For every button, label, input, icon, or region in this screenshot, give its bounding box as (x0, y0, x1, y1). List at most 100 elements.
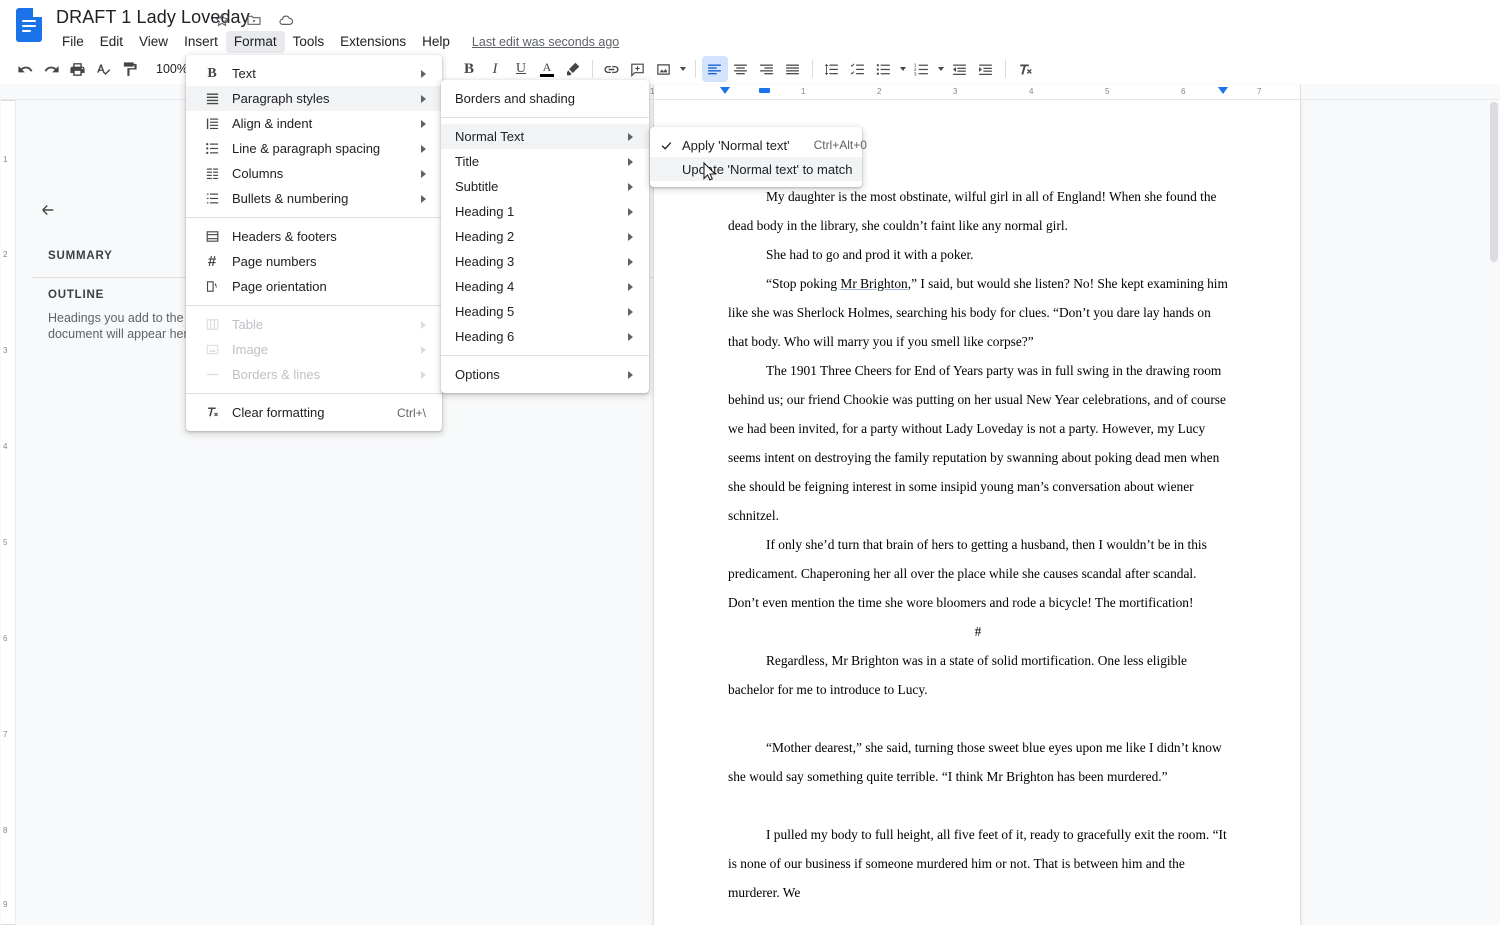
menu-edit[interactable]: Edit (92, 31, 131, 53)
doc-scene-break: # (974, 624, 982, 639)
numbered-list-icon[interactable]: 123 (909, 56, 935, 82)
ruler-v-tick-1: 1 (3, 155, 8, 164)
align-left-icon[interactable] (701, 56, 728, 82)
menu-format[interactable]: Format (225, 31, 285, 53)
vertical-ruler[interactable]: 1 2 3 4 5 6 7 8 9 (0, 100, 16, 925)
submenu-item-borders-and-shading[interactable]: Borders and shading (441, 86, 649, 111)
image-icon[interactable] (651, 56, 677, 82)
decrease-indent-icon[interactable] (947, 56, 973, 82)
menu-item-bullets-numbering[interactable]: Bullets & numbering (186, 186, 442, 211)
print-icon[interactable] (64, 56, 90, 82)
undo-icon[interactable] (12, 56, 38, 82)
submenu-item-subtitle[interactable]: Subtitle (441, 174, 649, 199)
paragraph-submenu-separator-1 (441, 117, 649, 118)
paint-format-icon[interactable] (116, 56, 142, 82)
ruler-v-tick-9: 9 (3, 900, 8, 909)
checklist-icon[interactable] (845, 56, 871, 82)
submenu-item-heading-1[interactable]: Heading 1 (441, 199, 649, 224)
first-line-indent-marker[interactable] (759, 88, 770, 93)
menu-item-columns[interactable]: Columns (186, 161, 442, 186)
submenu-item-heading-4[interactable]: Heading 4 (441, 274, 649, 299)
submenu-item-apply-normal-text[interactable]: Apply 'Normal text' Ctrl+Alt+0 (650, 133, 867, 157)
align-center-icon[interactable] (728, 56, 754, 82)
cloud-saved-icon[interactable] (276, 10, 296, 30)
chevron-right-icon (628, 282, 633, 291)
bulleted-list-icon[interactable] (871, 56, 897, 82)
toolbar-divider-3 (811, 60, 813, 78)
paragraph-styles-submenu: Borders and shading Normal Text Title Su… (441, 80, 649, 393)
menu-item-page-orientation[interactable]: Page orientation (186, 274, 442, 299)
left-indent-marker[interactable] (720, 87, 730, 94)
submenu-item-update-normal-text[interactable]: Update 'Normal text' to match (650, 157, 862, 181)
right-indent-marker[interactable] (1218, 87, 1228, 94)
logo-lines (22, 20, 36, 35)
google-docs-logo[interactable] (16, 8, 42, 42)
text-format-icon: B (207, 65, 217, 81)
document-page[interactable]: My daughter is the most obstinate, wilfu… (653, 100, 1301, 925)
menu-separator-3 (186, 393, 442, 394)
highlight-pen-icon[interactable] (560, 56, 586, 82)
chevron-right-icon (628, 370, 633, 379)
spellcheck-icon[interactable] (90, 56, 116, 82)
submenu-item-heading-5[interactable]: Heading 5 (441, 299, 649, 324)
chevron-right-icon (628, 207, 633, 216)
increase-indent-icon[interactable] (973, 56, 999, 82)
submenu-item-heading-2[interactable]: Heading 2 (441, 224, 649, 249)
doc-blank-2 (728, 791, 1228, 820)
svg-text:3: 3 (914, 71, 917, 77)
link-icon[interactable] (599, 56, 625, 82)
chevron-right-icon (421, 169, 426, 178)
menu-tools[interactable]: Tools (285, 31, 333, 53)
clear-formatting-icon (200, 405, 224, 420)
submenu-item-options[interactable]: Options (441, 362, 649, 387)
menu-file[interactable]: File (54, 31, 92, 53)
page-orientation-icon (200, 279, 224, 294)
italic-button[interactable]: I (482, 56, 508, 82)
menu-separator-2 (186, 305, 442, 306)
ruler-tick-4: 4 (1029, 87, 1034, 96)
doc-paragraph-4: The 1901 Three Cheers for End of Years p… (728, 363, 1226, 523)
menu-item-paragraph-styles[interactable]: Paragraph styles (186, 86, 442, 111)
move-folder-icon[interactable] (244, 10, 264, 30)
submenu-item-heading-3[interactable]: Heading 3 (441, 249, 649, 274)
bulleted-list-chevron[interactable] (897, 56, 909, 82)
menu-help[interactable]: Help (414, 31, 458, 53)
google-docs-window: DRAFT 1 Lady Loveday File Edit View Inse… (0, 0, 1500, 925)
submenu-item-heading-6[interactable]: Heading 6 (441, 324, 649, 349)
menu-insert[interactable]: Insert (176, 31, 226, 53)
zoom-value: 100% (156, 62, 188, 76)
bullets-numbering-icon (200, 191, 224, 206)
table-icon (200, 317, 224, 332)
menu-item-headers-footers[interactable]: Headers & footers (186, 224, 442, 249)
star-icon[interactable] (212, 10, 232, 30)
menu-item-borders-lines: Borders & lines (186, 362, 442, 387)
numbered-list-chevron[interactable] (935, 56, 947, 82)
line-spacing-icon[interactable] (819, 56, 845, 82)
menu-extensions[interactable]: Extensions (332, 31, 414, 53)
ruler-v-tick-7: 7 (3, 730, 8, 739)
menu-item-align-indent[interactable]: Align & indent (186, 111, 442, 136)
image-options-chevron[interactable] (677, 56, 689, 82)
ruler-v-tick-4: 4 (3, 442, 8, 451)
comment-icon[interactable] (625, 56, 651, 82)
document-body[interactable]: My daughter is the most obstinate, wilfu… (728, 182, 1228, 907)
vertical-scrollbar[interactable] (1490, 102, 1498, 262)
summary-label: SUMMARY (48, 250, 113, 262)
menu-item-clear-formatting[interactable]: Clear formatting Ctrl+\ (186, 400, 442, 425)
doc-link-mr-brighton[interactable]: Mr Brighton (840, 276, 907, 291)
align-right-icon[interactable] (754, 56, 780, 82)
text-color-button[interactable]: A (534, 56, 560, 82)
submenu-item-title[interactable]: Title (441, 149, 649, 174)
menu-item-line-paragraph-spacing[interactable]: Line & paragraph spacing (186, 136, 442, 161)
arrow-back-icon[interactable] (34, 196, 62, 224)
align-justify-icon[interactable] (780, 56, 806, 82)
bold-button[interactable]: B (456, 56, 482, 82)
redo-icon[interactable] (38, 56, 64, 82)
menu-item-page-numbers[interactable]: # Page numbers (186, 249, 442, 274)
last-edit-status[interactable]: Last edit was seconds ago (472, 35, 619, 49)
menu-view[interactable]: View (131, 31, 176, 53)
submenu-item-normal-text[interactable]: Normal Text (441, 124, 649, 149)
underline-button[interactable]: U (508, 56, 534, 82)
menu-item-text[interactable]: B Text (186, 61, 442, 86)
clear-formatting-icon[interactable] (1012, 56, 1038, 82)
